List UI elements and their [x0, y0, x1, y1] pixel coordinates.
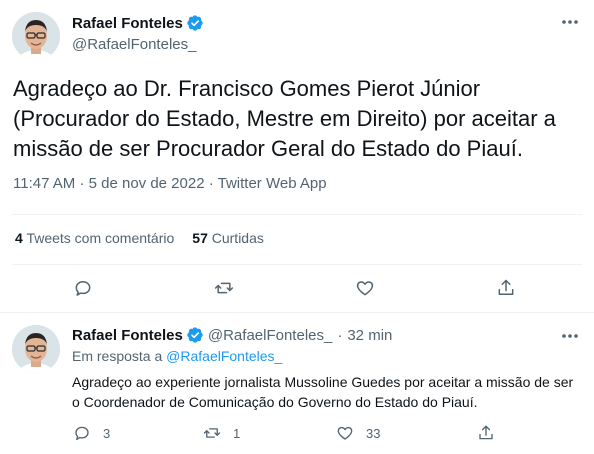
meta-separator: ·	[79, 175, 85, 192]
tweet-text: Agradeço ao Dr. Francisco Gomes Pierot J…	[13, 76, 556, 161]
avatar-photo	[12, 12, 60, 60]
reply-count: 3	[103, 425, 111, 441]
share-icon	[479, 425, 493, 440]
like-count: 57	[192, 230, 208, 246]
retweet-count: 1	[233, 425, 241, 441]
avatar[interactable]	[12, 12, 60, 60]
more-options-button[interactable]	[560, 12, 580, 37]
like-button[interactable]	[355, 278, 375, 298]
share-icon	[498, 279, 514, 295]
like-count: 33	[366, 425, 381, 441]
avatar-photo	[12, 325, 60, 373]
avatar[interactable]	[12, 325, 60, 373]
heart-icon	[356, 281, 374, 296]
reply-tweet-text: Agradeço ao experiente jornalista Mussol…	[72, 374, 574, 410]
author-name-row: Rafael Fonteles	[72, 14, 204, 32]
replying-to: Em resposta a @RafaelFonteles_	[72, 348, 282, 364]
reply-icon	[75, 281, 91, 296]
like-button[interactable]: 33	[336, 424, 380, 442]
tweet-stats: 4 Tweets com comentário 57 Curtidas	[15, 230, 264, 246]
divider	[0, 312, 594, 313]
retweet-button[interactable]: 1	[203, 424, 240, 442]
divider	[12, 214, 582, 215]
ellipsis-icon	[562, 20, 578, 24]
meta-separator: ·	[208, 175, 214, 192]
author-handle[interactable]: @RafaelFonteles_	[208, 327, 332, 344]
quote-count: 4	[15, 230, 23, 246]
author-name[interactable]: Rafael Fonteles	[72, 15, 183, 32]
tweet-date[interactable]: 5 de nov de 2022	[89, 175, 205, 192]
quote-tweets-stat[interactable]: 4 Tweets com comentário	[15, 230, 174, 246]
author-handle[interactable]: @RafaelFonteles_	[72, 36, 196, 53]
reply-button[interactable]: 3	[73, 424, 110, 442]
heart-icon	[337, 426, 353, 440]
author-name[interactable]: Rafael Fonteles	[72, 327, 183, 344]
retweet-icon	[203, 428, 221, 438]
header-separator: ·	[337, 326, 343, 344]
reply-button[interactable]	[73, 278, 93, 298]
reply-header: Rafael Fonteles @RafaelFonteles_ · 32 mi…	[72, 326, 392, 344]
verified-badge-icon	[187, 327, 203, 343]
more-options-button[interactable]	[560, 326, 580, 351]
reply-target-link[interactable]: @RafaelFonteles_	[166, 348, 282, 364]
tweet-time-ago[interactable]: 32 min	[347, 327, 392, 344]
tweet-time[interactable]: 11:47 AM	[13, 175, 75, 192]
likes-stat[interactable]: 57 Curtidas	[192, 230, 264, 246]
verified-badge-icon	[187, 15, 203, 31]
retweet-button[interactable]	[214, 278, 234, 298]
tweet-source[interactable]: Twitter Web App	[218, 175, 327, 192]
reply-icon	[75, 426, 89, 441]
ellipsis-icon	[562, 334, 578, 338]
retweet-icon	[214, 282, 234, 294]
reply-prefix: Em resposta a	[72, 348, 163, 364]
share-button[interactable]	[496, 278, 516, 298]
tweet-meta: 11:47 AM · 5 de nov de 2022 · Twitter We…	[13, 175, 327, 192]
like-label: Curtidas	[211, 230, 264, 246]
quote-label: Tweets com comentário	[26, 230, 175, 246]
divider	[12, 264, 582, 265]
share-button[interactable]	[477, 424, 495, 442]
